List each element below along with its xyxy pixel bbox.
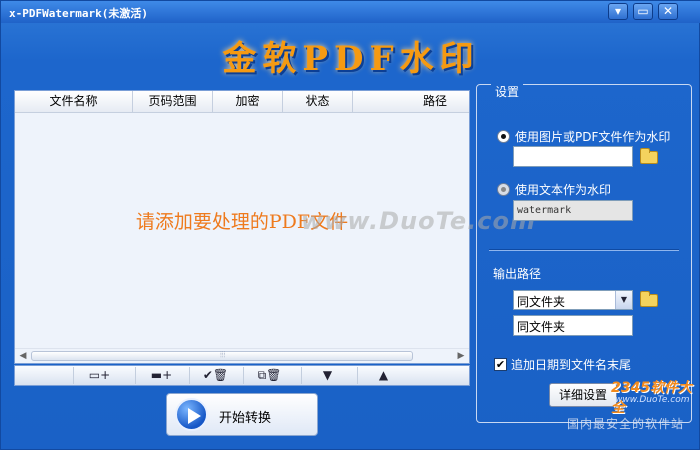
column-header-path[interactable]: 路径 bbox=[353, 91, 469, 113]
app-window: x-PDFWatermark(未激活) ▾ ▭ ✕ 金软PDF水印 文件名称 页… bbox=[0, 0, 700, 450]
column-header-encrypt[interactable]: 加密 bbox=[213, 91, 283, 113]
site-logo-url: www.DuoTe.com bbox=[615, 395, 690, 405]
output-path-label: 输出路径 bbox=[493, 267, 542, 281]
title-bar[interactable]: x-PDFWatermark(未激活) ▾ ▭ ✕ bbox=[1, 1, 700, 23]
output-path-selected: 同文件夹 bbox=[517, 295, 566, 309]
detail-settings-button[interactable]: 详细设置 bbox=[549, 383, 617, 407]
settings-group: 设置 使用图片或PDF文件作为水印 使用文本作为水印 watermark 输出路… bbox=[476, 83, 692, 423]
text-watermark-label[interactable]: 使用文本作为水印 bbox=[515, 181, 611, 198]
image-path-input[interactable] bbox=[513, 146, 633, 167]
site-slogan: 国内最安全的软件站 bbox=[567, 417, 685, 431]
scroll-left-icon[interactable]: ◀ bbox=[17, 350, 29, 362]
file-toolbar: ▭+ ▬+ ✔🗑 ⧉🗑 ▼ ▲ bbox=[14, 365, 470, 386]
output-path-input[interactable]: 同文件夹 bbox=[513, 315, 633, 336]
watermark-text-input[interactable]: watermark bbox=[513, 200, 633, 221]
append-date-label[interactable]: 追加日期到文件名末尾 bbox=[511, 356, 631, 373]
add-file-button[interactable]: ▭+ bbox=[73, 367, 125, 384]
image-watermark-radio[interactable] bbox=[497, 130, 510, 143]
image-watermark-label[interactable]: 使用图片或PDF文件作为水印 bbox=[515, 128, 670, 145]
settings-legend: 设置 bbox=[491, 83, 524, 100]
window-title: x-PDFWatermark(未激活) bbox=[9, 7, 148, 20]
scroll-grip-icon: ⦙⦙⦙ bbox=[220, 350, 226, 359]
app-banner: 金软PDF水印 bbox=[222, 39, 480, 79]
delete-all-button[interactable]: ⧉🗑 bbox=[243, 367, 295, 384]
close-button[interactable]: ✕ bbox=[658, 3, 678, 20]
start-convert-button[interactable]: 开始转换 bbox=[166, 393, 318, 436]
browse-image-folder-icon[interactable] bbox=[640, 148, 658, 164]
site-logo: 2345软件大全 www.DuoTe.com bbox=[611, 377, 699, 416]
delete-checked-button[interactable]: ✔🗑 bbox=[189, 367, 241, 384]
chevron-down-icon[interactable]: ▼ bbox=[615, 291, 632, 309]
scroll-right-icon[interactable]: ▶ bbox=[455, 350, 467, 362]
move-up-button[interactable]: ▲ bbox=[357, 367, 409, 384]
move-down-button[interactable]: ▼ bbox=[301, 367, 353, 384]
settings-divider bbox=[489, 249, 679, 251]
add-folder-button[interactable]: ▬+ bbox=[135, 367, 187, 384]
start-convert-label: 开始转换 bbox=[219, 411, 272, 426]
table-header: 文件名称 页码范围 加密 状态 路径 bbox=[15, 91, 469, 113]
play-icon bbox=[175, 398, 208, 431]
text-watermark-radio[interactable] bbox=[497, 183, 510, 196]
horizontal-scrollbar[interactable]: ◀ ⦙⦙⦙ ▶ bbox=[15, 348, 469, 363]
append-date-checkbox[interactable]: ✔ bbox=[494, 358, 507, 371]
scroll-thumb[interactable]: ⦙⦙⦙ bbox=[31, 350, 413, 361]
minimize-button[interactable]: ▾ bbox=[608, 3, 628, 20]
column-header-page-range[interactable]: 页码范围 bbox=[133, 91, 213, 113]
column-header-filename[interactable]: 文件名称 bbox=[15, 91, 133, 113]
column-header-status[interactable]: 状态 bbox=[283, 91, 353, 113]
browse-output-folder-icon[interactable] bbox=[640, 291, 658, 307]
restore-button[interactable]: ▭ bbox=[633, 3, 653, 20]
output-path-select[interactable]: 同文件夹 ▼ bbox=[513, 290, 633, 310]
